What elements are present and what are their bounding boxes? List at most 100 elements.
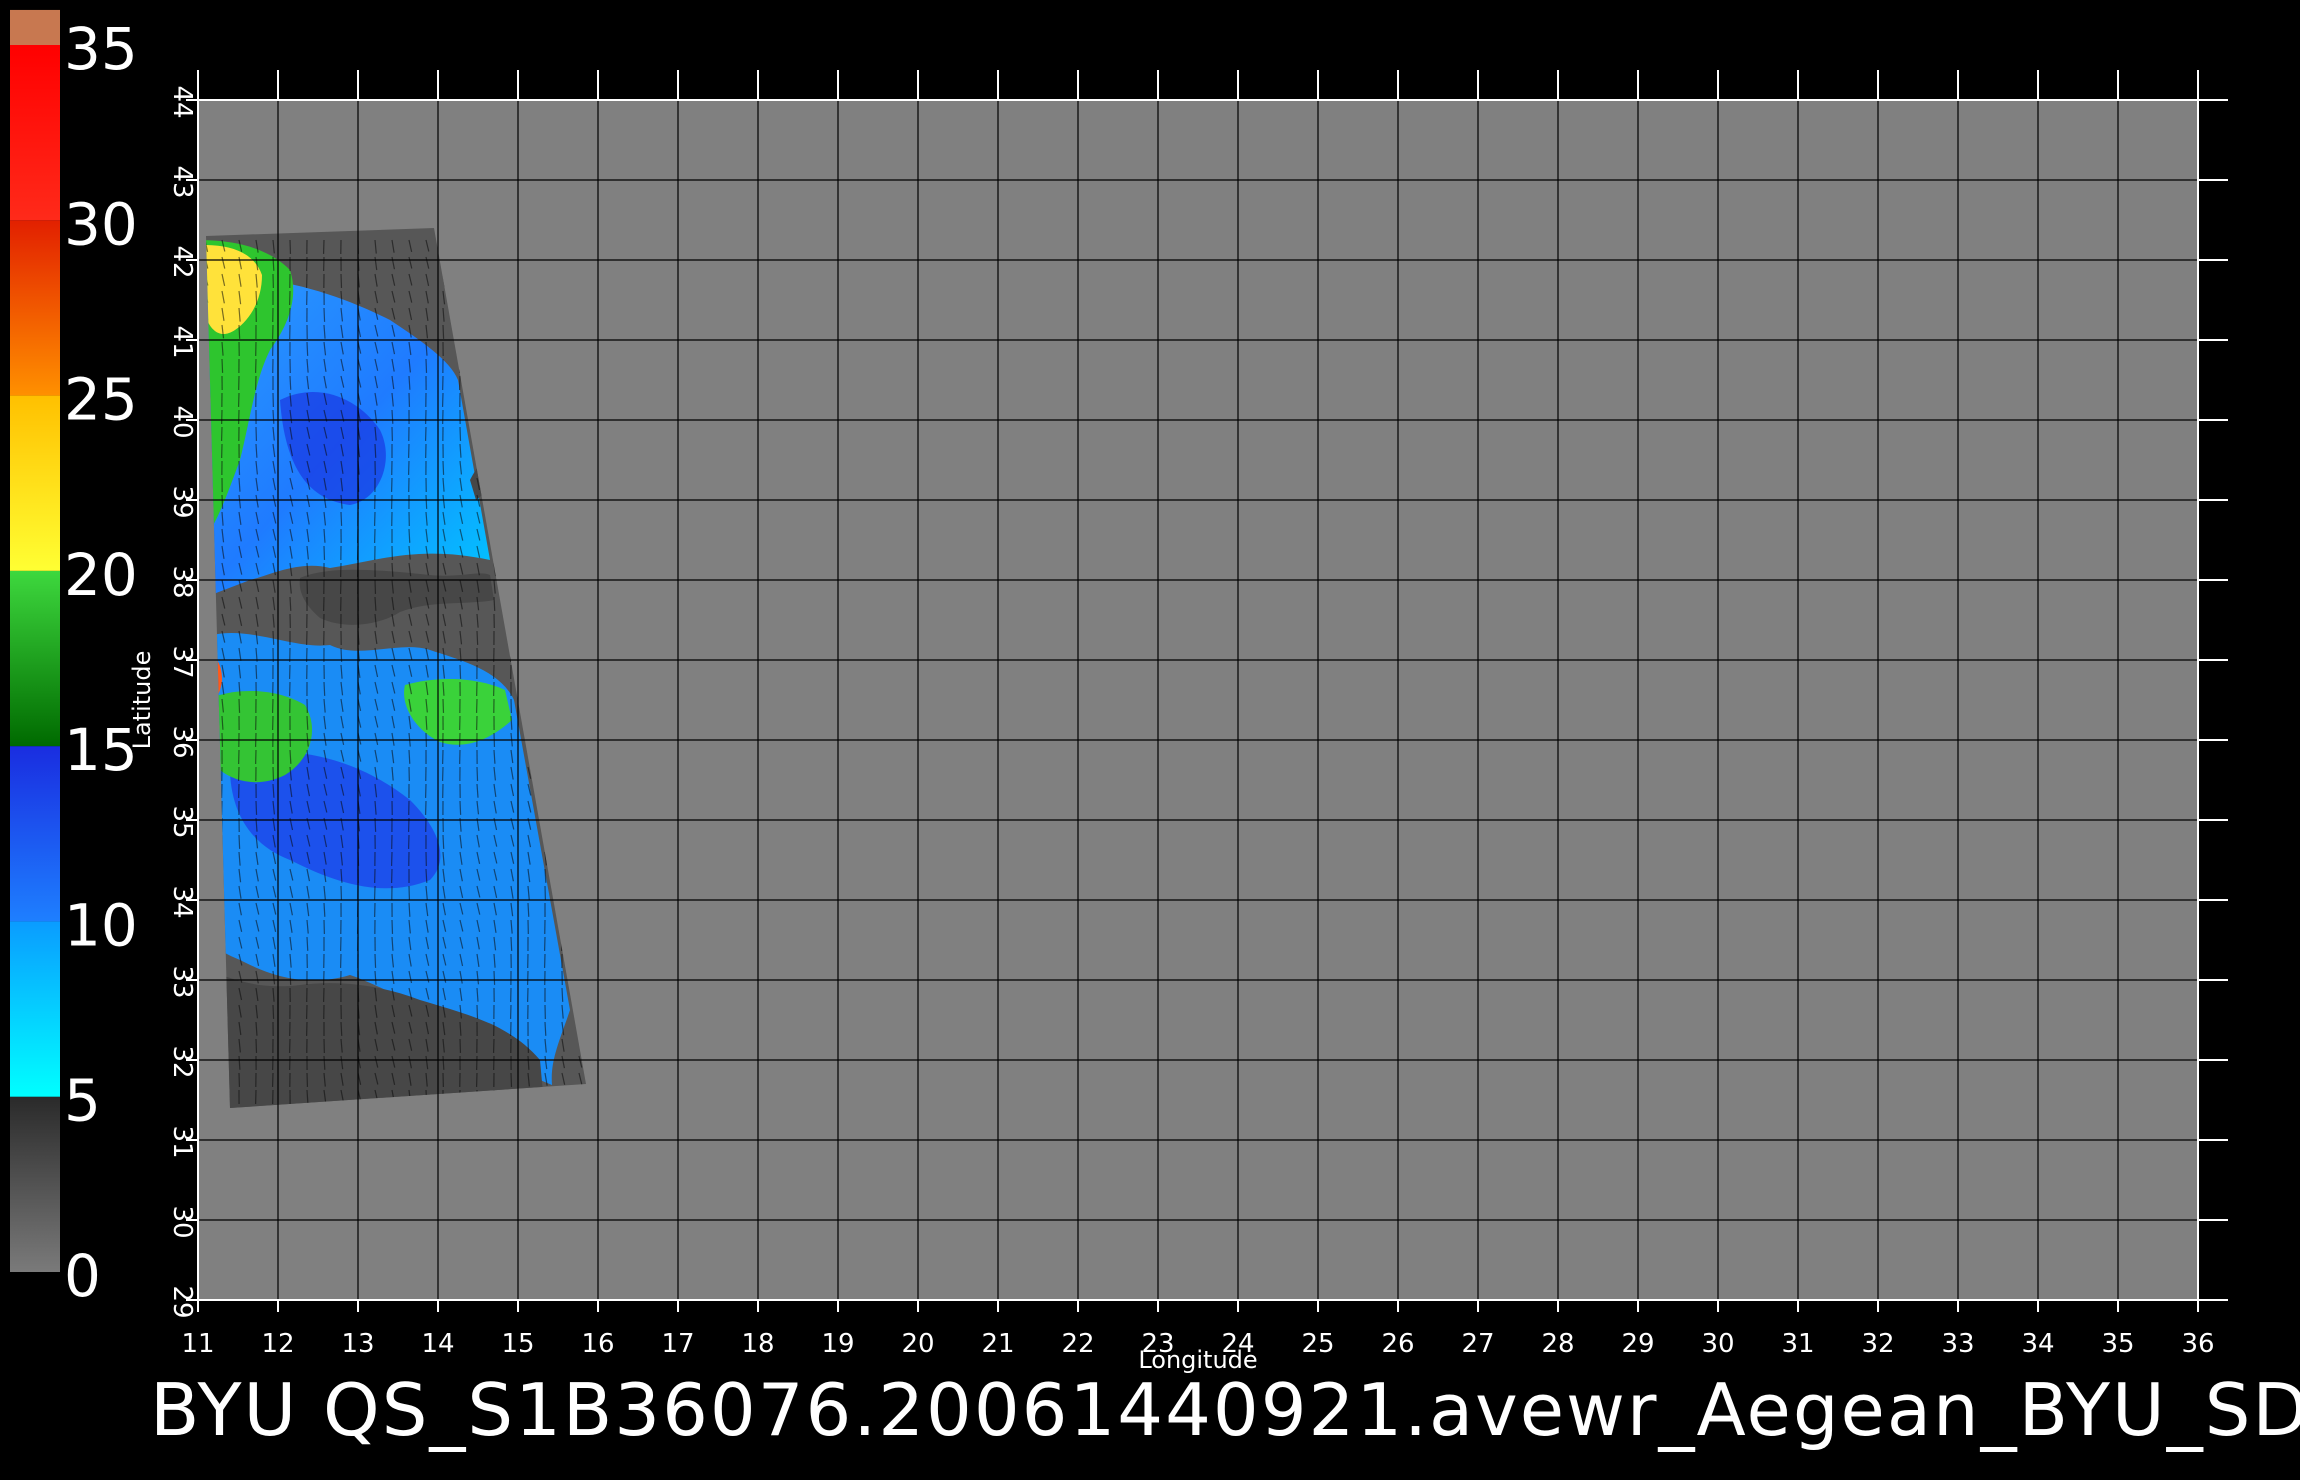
colorbar-tick-label: 15 [64,716,138,784]
wind-barb [272,630,275,645]
lon-tick-label: 12 [261,1329,294,1359]
wind-barb [425,358,428,373]
wind-barb [255,800,258,815]
colorbar [10,9,60,1272]
wind-barb [272,409,275,424]
colorbar-band [10,1096,60,1272]
latitude-tick-labels: 29 30 31 32 33 34 35 36 37 38 39 40 41 42 43 44 [167,85,197,1318]
wind-barb [391,409,394,424]
colorbar-band [10,9,60,46]
wind-barb [442,460,445,475]
lon-tick-label: 21 [981,1329,1014,1359]
wind-barb [340,511,343,526]
lon-tick-label: 25 [1301,1329,1334,1359]
wind-barb [340,1021,343,1036]
lon-tick-label: 32 [1861,1329,1894,1359]
lat-tick-label: 36 [167,725,197,758]
lon-tick-label: 17 [661,1329,694,1359]
lon-tick-label: 11 [181,1329,214,1359]
wind-barb [272,256,275,271]
wind-barb [510,936,513,951]
wind-barb [238,460,241,475]
colorbar-band [10,395,60,571]
lon-tick-label: 28 [1541,1329,1574,1359]
wind-barb [306,715,309,730]
wind-barb [323,307,326,322]
wind-barb [476,1004,479,1019]
lon-tick-label: 36 [2181,1329,2214,1359]
colorbar-tick-label: 10 [64,891,138,959]
wind-barb [425,868,428,883]
wind-barb [459,664,462,679]
lon-tick-label: 29 [1621,1329,1654,1359]
lat-tick-label: 38 [167,565,197,598]
wind-barb [255,290,258,305]
wind-barb [510,715,513,730]
wind-barb [255,664,258,679]
wind-barb [391,783,394,798]
wind-barb [527,902,530,917]
lon-tick-label: 15 [501,1329,534,1359]
wind-barb [323,1055,326,1070]
lon-tick-label: 33 [1941,1329,1974,1359]
wind-barb [408,749,411,764]
wind-barb [238,324,241,339]
lat-tick-label: 34 [167,885,197,918]
lat-tick-label: 35 [167,805,197,838]
wind-barb [289,375,292,390]
lat-tick-label: 33 [167,965,197,998]
wind-barb [561,987,564,1002]
lat-tick-label: 32 [167,1045,197,1078]
lon-tick-label: 34 [2021,1329,2054,1359]
lat-tick-label: 44 [167,85,197,118]
colorbar-tick-label: 5 [64,1067,101,1135]
wind-barb [544,868,547,883]
lat-tick-label: 39 [167,485,197,518]
wind-barb [255,1038,258,1053]
map-figure: 35 30 25 20 15 10 5 0 11 12 13 14 15 16 17 18 19 20 21 22 2… [10,9,2228,1374]
colorbar-tick-label: 20 [64,541,138,609]
wind-barb [221,494,224,509]
lon-tick-label: 22 [1061,1329,1094,1359]
wind-barb [408,528,411,543]
colorbar-band [10,45,60,221]
wind-barb [221,358,224,373]
lon-tick-label: 26 [1381,1329,1414,1359]
lat-tick-label: 40 [167,405,197,438]
lon-tick-label: 27 [1461,1329,1494,1359]
lon-tick-label: 16 [581,1329,614,1359]
wind-barb [374,443,377,458]
colorbar-tick-label: 30 [64,190,138,258]
wind-barb [442,834,445,849]
lat-tick-label: 30 [167,1205,197,1238]
lon-tick-label: 13 [341,1329,374,1359]
colorbar-band [10,570,60,747]
lat-tick-label: 41 [167,325,197,358]
lon-tick-label: 14 [421,1329,454,1359]
lon-tick-label: 30 [1701,1329,1734,1359]
wind-barb [493,970,496,985]
wind-barb [306,936,309,951]
wind-barb [374,953,377,968]
lat-tick-label: 43 [167,165,197,198]
wind-barb [425,494,428,509]
wind-barb [238,698,241,713]
wind-barb [459,426,462,441]
lat-tick-label: 31 [167,1125,197,1158]
wind-barb [238,834,241,849]
wind-barb [476,630,479,645]
wind-barb [459,800,462,815]
wind-barb [476,766,479,781]
lon-tick-label: 20 [901,1329,934,1359]
colorbar-band [10,921,60,1097]
lat-tick-label: 42 [167,245,197,278]
colorbar-band [10,746,60,922]
wind-barb [493,596,496,611]
colorbar-tick-label: 25 [64,366,138,434]
image-caption: BYU QS_S1B36076.20061440921.avewr_Aegean… [150,1368,2300,1452]
lon-tick-label: 35 [2101,1329,2134,1359]
wind-barb [442,324,445,339]
lat-tick-label: 37 [167,645,197,678]
lat-tick-label: 29 [167,1285,197,1318]
wind-barb [289,596,292,611]
